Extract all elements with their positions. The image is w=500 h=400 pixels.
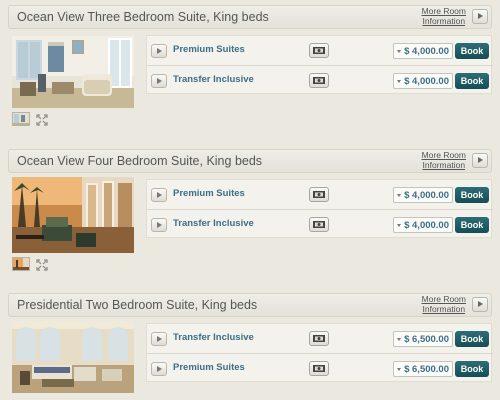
- price-selector[interactable]: $ 6,500.00: [393, 361, 453, 377]
- price-value: $ 4,000.00: [404, 220, 449, 231]
- play-icon: [157, 222, 162, 228]
- room-title: Ocean View Four Bedroom Suite, King beds: [17, 154, 263, 168]
- more-room-info-link[interactable]: More Room Information: [422, 150, 466, 170]
- chevron-down-icon: [397, 224, 401, 227]
- rate-name-link[interactable]: Transfer Inclusive: [173, 218, 254, 229]
- rate-row: Premium Suites $ 6,500.00 Book: [147, 353, 493, 382]
- rate-row: Transfer Inclusive $ 4,000.00 Book: [147, 65, 493, 94]
- play-icon: [478, 13, 483, 19]
- more-room-info-button[interactable]: [472, 297, 488, 312]
- play-icon: [157, 336, 162, 342]
- rate-details-button[interactable]: [151, 362, 167, 376]
- rate-row: Transfer Inclusive $ 4,000.00 Book: [147, 209, 493, 238]
- chevron-down-icon: [397, 338, 401, 341]
- rate-details-button[interactable]: [151, 74, 167, 88]
- rate-name-link[interactable]: Transfer Inclusive: [173, 74, 254, 85]
- room-header: Ocean View Four Bedroom Suite, King beds…: [8, 149, 492, 173]
- cash-icon[interactable]: [309, 73, 329, 88]
- play-icon: [157, 366, 162, 372]
- cash-icon[interactable]: [309, 331, 329, 346]
- cash-icon[interactable]: [309, 187, 329, 202]
- more-room-info-link[interactable]: More Room Information: [422, 6, 466, 26]
- chevron-down-icon: [397, 194, 401, 197]
- more-info-line2: Information: [422, 15, 466, 26]
- room-thumbnail[interactable]: [12, 257, 30, 271]
- rate-row: Premium Suites $ 4,000.00 Book: [147, 36, 493, 65]
- price-value: $ 6,500.00: [404, 334, 449, 345]
- more-info-line2: Information: [422, 159, 466, 170]
- room-photo[interactable]: [12, 321, 134, 393]
- rate-row: Premium Suites $ 4,000.00 Book: [147, 180, 493, 209]
- book-button[interactable]: Book: [455, 217, 489, 233]
- rate-list: Premium Suites $ 4,000.00 Book Transfer …: [146, 179, 493, 238]
- room-thumbnail[interactable]: [12, 112, 30, 126]
- room-block-3: Presidential Two Bedroom Suite, King bed…: [0, 293, 500, 400]
- play-icon: [157, 48, 162, 54]
- price-selector[interactable]: $ 6,500.00: [393, 331, 453, 347]
- book-button[interactable]: Book: [455, 361, 489, 377]
- price-selector[interactable]: $ 4,000.00: [393, 187, 453, 203]
- room-header: Presidential Two Bedroom Suite, King bed…: [8, 293, 492, 317]
- cash-icon[interactable]: [309, 217, 329, 232]
- price-selector[interactable]: $ 4,000.00: [393, 217, 453, 233]
- price-value: $ 6,500.00: [404, 364, 449, 375]
- more-room-info-link[interactable]: More Room Information: [422, 294, 466, 314]
- price-selector[interactable]: $ 4,000.00: [393, 43, 453, 59]
- chevron-down-icon: [397, 50, 401, 53]
- chevron-down-icon: [397, 80, 401, 83]
- rate-name-link[interactable]: Premium Suites: [173, 362, 245, 373]
- play-icon: [478, 157, 483, 163]
- book-button[interactable]: Book: [455, 43, 489, 59]
- rate-list: Transfer Inclusive $ 6,500.00 Book Premi…: [146, 323, 493, 382]
- more-room-info-button[interactable]: [472, 153, 488, 168]
- rate-details-button[interactable]: [151, 218, 167, 232]
- room-title: Ocean View Three Bedroom Suite, King bed…: [17, 10, 269, 24]
- cash-icon[interactable]: [309, 361, 329, 376]
- rate-list: Premium Suites $ 4,000.00 Book Transfer …: [146, 35, 493, 94]
- expand-icon[interactable]: [36, 114, 48, 126]
- price-value: $ 4,000.00: [404, 46, 449, 57]
- book-button[interactable]: Book: [455, 187, 489, 203]
- room-photo[interactable]: [12, 36, 134, 108]
- rate-name-link[interactable]: Premium Suites: [173, 188, 245, 199]
- room-photo[interactable]: [12, 177, 134, 253]
- rate-row: Transfer Inclusive $ 6,500.00 Book: [147, 324, 493, 353]
- play-icon: [157, 192, 162, 198]
- cash-icon[interactable]: [309, 43, 329, 58]
- price-value: $ 4,000.00: [404, 190, 449, 201]
- more-room-info-button[interactable]: [472, 9, 488, 24]
- room-block-1: Ocean View Three Bedroom Suite, King bed…: [0, 5, 500, 135]
- expand-icon[interactable]: [36, 259, 48, 271]
- room-title: Presidential Two Bedroom Suite, King bed…: [17, 298, 258, 312]
- room-header: Ocean View Three Bedroom Suite, King bed…: [8, 5, 492, 29]
- play-icon: [157, 78, 162, 84]
- chevron-down-icon: [397, 368, 401, 371]
- rate-name-link[interactable]: Transfer Inclusive: [173, 332, 254, 343]
- more-info-line2: Information: [422, 303, 466, 314]
- room-block-2: Ocean View Four Bedroom Suite, King beds…: [0, 149, 500, 279]
- book-button[interactable]: Book: [455, 73, 489, 89]
- rate-details-button[interactable]: [151, 188, 167, 202]
- rate-name-link[interactable]: Premium Suites: [173, 44, 245, 55]
- rate-details-button[interactable]: [151, 44, 167, 58]
- price-selector[interactable]: $ 4,000.00: [393, 73, 453, 89]
- price-value: $ 4,000.00: [404, 76, 449, 87]
- rate-details-button[interactable]: [151, 332, 167, 346]
- book-button[interactable]: Book: [455, 331, 489, 347]
- play-icon: [478, 301, 483, 307]
